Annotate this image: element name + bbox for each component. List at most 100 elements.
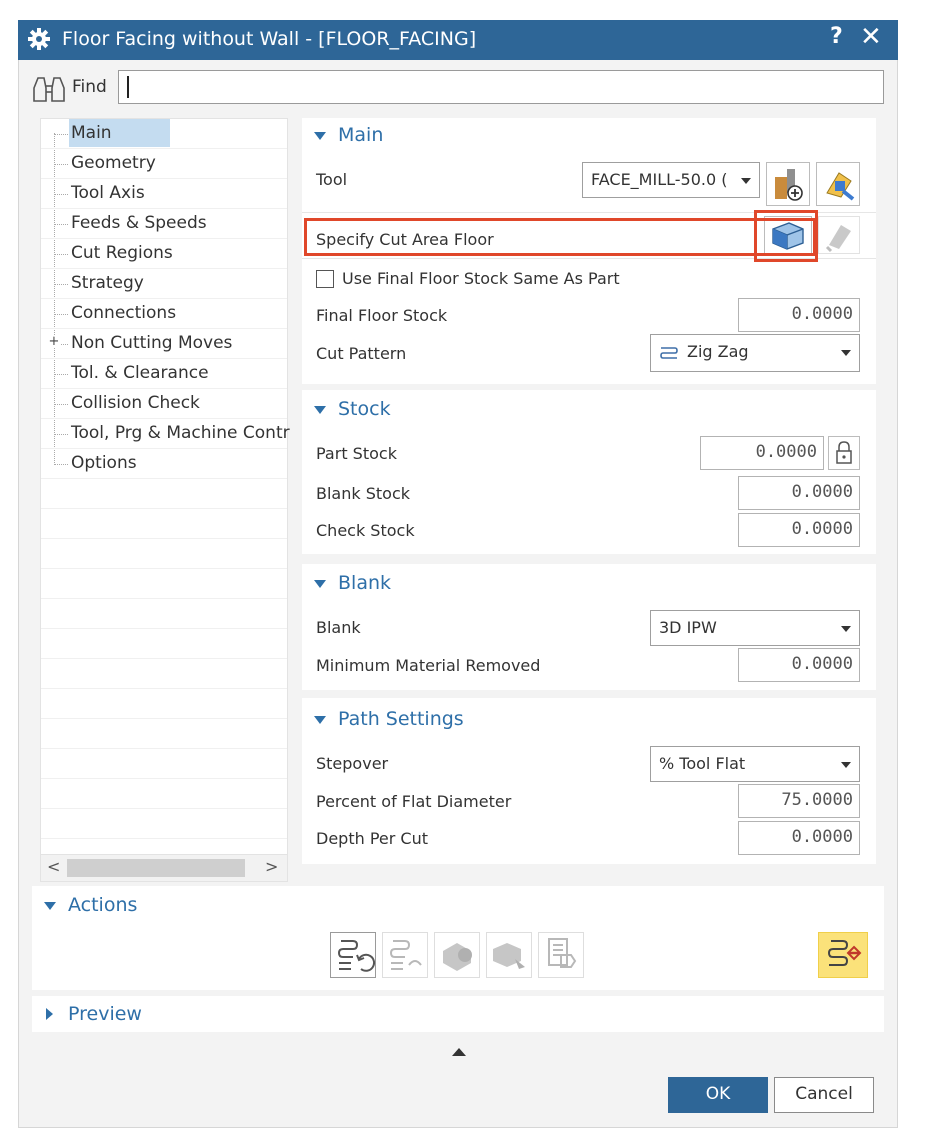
generate-button[interactable] xyxy=(330,932,376,978)
preview-group: Preview xyxy=(32,996,884,1032)
use-final-floor-checkbox[interactable] xyxy=(316,270,334,288)
tree-branch xyxy=(54,224,68,225)
nav-empty-row xyxy=(41,509,287,539)
nav-item-connections[interactable]: Connections xyxy=(41,299,287,329)
highlight-specify-cut-area xyxy=(304,218,816,256)
binoculars-icon[interactable] xyxy=(30,74,70,104)
scroll-left-arrow[interactable]: < xyxy=(47,857,60,876)
replay-button[interactable] xyxy=(382,932,428,978)
verify-button[interactable] xyxy=(434,932,480,978)
nav-item-tool-prg-machine[interactable]: Tool, Prg & Machine Contr xyxy=(41,419,290,449)
gear-icon xyxy=(26,26,52,52)
display-cut-area-button[interactable] xyxy=(818,216,860,254)
find-input[interactable] xyxy=(118,70,884,104)
tree-branch xyxy=(54,194,68,195)
nav-item-options[interactable]: Options xyxy=(41,449,287,479)
stock-group-title[interactable]: Stock xyxy=(338,398,391,420)
actions-group-title[interactable]: Actions xyxy=(68,894,137,916)
final-floor-stock-input[interactable]: 0.0000 xyxy=(738,298,860,332)
blank-label: Blank xyxy=(316,618,361,637)
cancel-button[interactable]: Cancel xyxy=(774,1077,874,1113)
main-group-title[interactable]: Main xyxy=(338,124,383,146)
scroll-thumb[interactable] xyxy=(67,859,245,877)
min-material-input[interactable]: 0.0000 xyxy=(738,648,860,682)
collapse-triangle-icon[interactable] xyxy=(44,902,56,910)
collapse-triangle-icon[interactable] xyxy=(314,132,326,140)
tree-branch xyxy=(54,434,68,435)
blank-stock-input[interactable]: 0.0000 xyxy=(738,476,860,510)
cut-pattern-value: Zig Zag xyxy=(687,342,749,361)
collapse-up-icon[interactable] xyxy=(452,1048,466,1056)
window-title: Floor Facing without Wall - [FLOOR_FACIN… xyxy=(62,28,477,50)
actions-group: Actions xyxy=(32,886,884,990)
collapse-triangle-icon[interactable] xyxy=(314,716,326,724)
replay-icon xyxy=(389,940,422,970)
collapse-triangle-icon[interactable] xyxy=(314,406,326,414)
nav-item-non-cutting-moves[interactable]: + Non Cutting Moves xyxy=(41,329,287,359)
nav-horizontal-scrollbar[interactable]: < > xyxy=(40,854,288,882)
collapse-triangle-icon[interactable] xyxy=(314,580,326,588)
help-button[interactable]: ? xyxy=(830,24,843,49)
stepover-label: Stepover xyxy=(316,754,389,773)
nav-item-collision-check[interactable]: Collision Check xyxy=(41,389,287,419)
nav-empty-row xyxy=(41,479,287,509)
nav-item-label: Options xyxy=(71,453,137,473)
nav-empty-row xyxy=(41,689,287,719)
tool-select-value: FACE_MILL-50.0 ( xyxy=(591,170,728,189)
toolpath-edit-button[interactable] xyxy=(818,932,868,978)
nav-empty-row xyxy=(41,629,287,659)
tree-branch xyxy=(54,164,68,165)
tree-branch xyxy=(54,404,68,405)
preview-group-title[interactable]: Preview xyxy=(68,1003,142,1025)
path-settings-group-title[interactable]: Path Settings xyxy=(338,708,464,730)
nav-item-geometry[interactable]: Geometry xyxy=(41,149,287,179)
title-bar[interactable]: Floor Facing without Wall - [FLOOR_FACIN… xyxy=(18,20,898,60)
simulate-button[interactable] xyxy=(486,932,532,978)
nav-item-label: Strategy xyxy=(71,273,144,293)
nav-item-label: Connections xyxy=(71,303,177,323)
edit-tool-button[interactable] xyxy=(816,162,860,206)
nav-item-label: Collision Check xyxy=(71,393,200,413)
chevron-down-icon xyxy=(841,762,851,768)
list-button[interactable] xyxy=(538,932,584,978)
tool-select[interactable]: FACE_MILL-50.0 ( xyxy=(582,162,760,198)
use-final-floor-label: Use Final Floor Stock Same As Part xyxy=(342,269,620,288)
ok-button[interactable]: OK xyxy=(668,1077,768,1113)
check-stock-label: Check Stock xyxy=(316,521,415,540)
chevron-down-icon xyxy=(741,178,751,184)
cut-pattern-select[interactable]: Zig Zag xyxy=(650,334,860,372)
chevron-down-icon xyxy=(841,350,851,356)
nav-item-main[interactable]: Main xyxy=(41,119,287,149)
edit-tool-icon xyxy=(826,172,855,201)
blank-group-title[interactable]: Blank xyxy=(338,572,391,594)
expand-plus-icon[interactable]: + xyxy=(48,335,60,348)
nav-item-strategy[interactable]: Strategy xyxy=(41,269,287,299)
blank-group: Blank Blank 3D IPW Minimum Material Remo… xyxy=(302,564,876,690)
path-settings-group: Path Settings Stepover % Tool Flat Perce… xyxy=(302,698,876,864)
scroll-right-arrow[interactable]: > xyxy=(265,857,278,876)
simulate-icon xyxy=(493,943,525,969)
blank-select-value: 3D IPW xyxy=(659,618,717,637)
percent-flat-input[interactable]: 75.0000 xyxy=(738,784,860,818)
close-button[interactable]: ✕ xyxy=(860,22,882,52)
check-stock-input[interactable]: 0.0000 xyxy=(738,513,860,547)
nav-item-tol-clearance[interactable]: Tol. & Clearance xyxy=(41,359,287,389)
blank-select[interactable]: 3D IPW xyxy=(650,610,860,646)
nav-empty-row xyxy=(41,659,287,689)
stepover-select[interactable]: % Tool Flat xyxy=(650,746,860,782)
nav-item-cut-regions[interactable]: Cut Regions xyxy=(41,239,287,269)
depth-per-cut-input[interactable]: 0.0000 xyxy=(738,821,860,855)
nav-empty-row xyxy=(41,809,287,839)
nav-item-feeds-speeds[interactable]: Feeds & Speeds xyxy=(41,209,287,239)
tree-branch xyxy=(54,464,68,465)
navigation-tree: Main Geometry Tool Axis Feeds & Speeds C… xyxy=(40,118,290,882)
blank-stock-label: Blank Stock xyxy=(316,484,410,503)
tree-branch xyxy=(54,314,68,315)
nav-item-label: Tool Axis xyxy=(71,183,145,203)
new-tool-button[interactable] xyxy=(766,162,810,206)
chevron-down-icon xyxy=(841,626,851,632)
part-stock-input[interactable]: 0.0000 xyxy=(700,436,824,470)
lock-button[interactable] xyxy=(828,436,860,470)
nav-item-tool-axis[interactable]: Tool Axis xyxy=(41,179,287,209)
expand-triangle-icon[interactable] xyxy=(46,1008,53,1020)
